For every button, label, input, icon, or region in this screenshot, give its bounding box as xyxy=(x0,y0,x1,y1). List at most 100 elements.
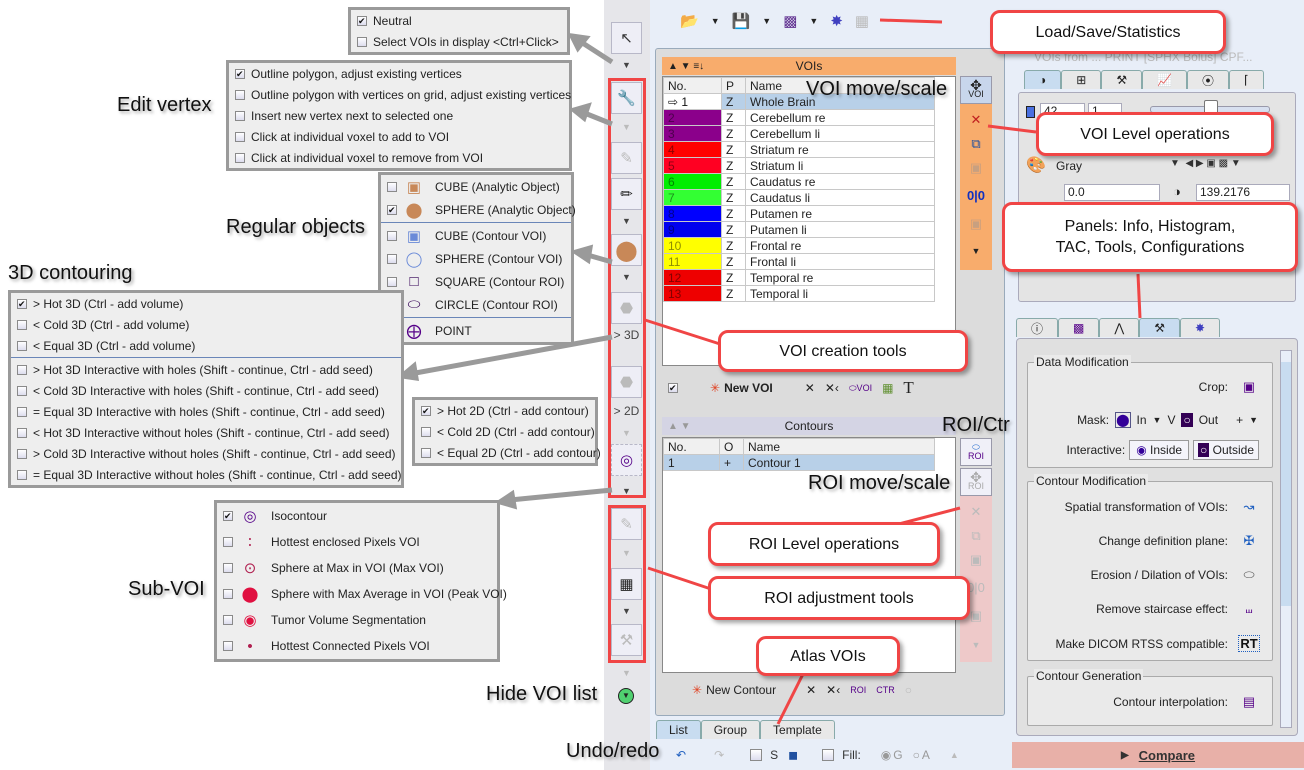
menu-item[interactable]: ∶ Hottest enclosed Pixels VOI xyxy=(217,529,497,555)
edit-vertex-dropdown[interactable]: ▼ xyxy=(611,118,642,136)
collapse-icon[interactable]: ▲ xyxy=(950,750,959,760)
menu-item[interactable]: > Cold 3D Interactive without holes (Shi… xyxy=(11,443,401,464)
menu-item[interactable]: Select VOIs in display <Ctrl+Click> xyxy=(351,31,567,52)
regular-object-dropdown[interactable]: ▼ xyxy=(611,268,642,286)
table-row[interactable]: 12 Z Temporal re xyxy=(663,269,935,286)
paste-add-voi-icon[interactable]: ▣ xyxy=(960,216,992,232)
max-value-input[interactable]: 139.2176 xyxy=(1196,184,1290,201)
column-header-name[interactable]: Name xyxy=(743,438,935,455)
circle-icon[interactable]: ○ xyxy=(905,683,912,697)
s-checkbox[interactable] xyxy=(750,749,763,761)
menu-item[interactable]: Neutral xyxy=(351,10,567,31)
menu-item[interactable]: > Hot 2D (Ctrl - add contour) xyxy=(415,400,595,421)
table-row[interactable]: 11 Z Frontal li xyxy=(663,253,935,270)
contour-2d-label[interactable]: > 2D xyxy=(611,402,642,420)
menu-checkbox[interactable] xyxy=(17,448,27,459)
menu-checkbox[interactable] xyxy=(235,68,245,79)
menu-item[interactable]: □ SQUARE (Contour ROI) xyxy=(381,270,571,293)
menu-item[interactable]: = Equal 3D Interactive with holes (Shift… xyxy=(11,401,401,422)
table-row[interactable]: 6 Z Caudatus re xyxy=(663,173,935,190)
tab-tools[interactable]: ⚒ xyxy=(1101,70,1143,89)
text-icon[interactable]: T xyxy=(903,378,913,398)
show-all-checkbox[interactable] xyxy=(668,383,678,393)
table-row[interactable]: 3 Z Cerebellum li xyxy=(663,125,935,142)
menu-item[interactable]: Outline polygon with vertices on grid, a… xyxy=(229,84,571,105)
column-header-no[interactable]: No. xyxy=(663,438,720,455)
compare-button[interactable]: ▶ Compare xyxy=(1012,742,1304,768)
eraser-tool-button[interactable]: ✎ xyxy=(611,508,642,540)
contour-3d-label[interactable]: > 3D xyxy=(611,326,642,344)
tab-info[interactable]: ⓘ xyxy=(1016,318,1059,337)
menu-item[interactable]: Insert new vertex next to selected one xyxy=(229,105,569,126)
voi-outline-icon[interactable]: ⬭VOI xyxy=(849,383,872,394)
menu-item[interactable]: ⨁ POINT xyxy=(381,319,571,342)
roi-adjust-dropdown[interactable]: ▼ xyxy=(611,602,642,620)
menu-item[interactable]: ◯ SPHERE (Contour VOI) xyxy=(381,247,571,270)
select-tool-dropdown[interactable]: ▼ xyxy=(611,56,642,74)
tab-config[interactable]: ✸ xyxy=(1179,318,1221,337)
roi-adjust-tool-button[interactable]: ▦ xyxy=(611,568,642,600)
g-radio[interactable]: ◉ xyxy=(881,748,891,762)
colormap-controls[interactable]: ▼ ◀ ▶ ▣ ▩ ▼ xyxy=(1170,158,1241,169)
dropdown-arrow[interactable]: ▼ xyxy=(711,16,720,26)
table-row[interactable]: 2 Z Cerebellum re xyxy=(663,109,935,126)
column-header-p[interactable]: P xyxy=(721,77,746,94)
definition-plane-icon[interactable]: ✠ xyxy=(1238,533,1260,549)
statistics-icon[interactable]: ▩ xyxy=(783,12,797,30)
voi-move-scale-button[interactable]: ✥ VOI xyxy=(960,76,992,104)
config-icon[interactable]: ✸ xyxy=(830,12,843,30)
menu-checkbox[interactable] xyxy=(17,340,27,351)
menu-checkbox[interactable] xyxy=(223,563,233,573)
column-header-no[interactable]: No. xyxy=(663,77,722,94)
menu-item[interactable]: > Hot 3D Interactive with holes (Shift -… xyxy=(11,359,401,380)
a-radio[interactable]: ○ xyxy=(913,748,920,762)
menu-item[interactable]: = Equal 3D Interactive without holes (Sh… xyxy=(11,464,402,485)
link-icon[interactable]: ◼ xyxy=(788,748,798,762)
menu-checkbox[interactable] xyxy=(421,447,431,458)
tab-probe[interactable]: ⌈ xyxy=(1229,70,1264,89)
mask-out-icon[interactable]: ○ xyxy=(1181,413,1193,427)
delete-roi-icon[interactable]: ✕ xyxy=(960,504,992,520)
tab-layout[interactable]: ⊞ xyxy=(1061,70,1102,89)
menu-checkbox[interactable] xyxy=(421,405,431,416)
menu-checkbox[interactable] xyxy=(235,89,245,100)
table-row[interactable]: 13 Z Temporal li xyxy=(663,285,935,302)
paste-voi-icon[interactable]: ▣ xyxy=(960,160,992,176)
mask-in-dropdown[interactable]: ▼ xyxy=(1153,415,1162,425)
mask-out-button[interactable]: Out xyxy=(1199,413,1218,427)
axe-tool-button[interactable]: ⚒ xyxy=(611,624,642,656)
column-header-o[interactable]: O xyxy=(719,438,744,455)
crop-icon[interactable]: ▣ xyxy=(1238,379,1260,395)
redo-icon[interactable]: ↷ xyxy=(714,748,724,762)
menu-item[interactable]: ▣ CUBE (Analytic Object) xyxy=(381,175,571,198)
delete-icon[interactable]: ✕ xyxy=(805,381,815,395)
table-row[interactable]: 4 Z Striatum re xyxy=(663,141,935,158)
outside-button[interactable]: ○ Outside xyxy=(1193,440,1259,460)
new-contour-button[interactable]: New Contour xyxy=(706,683,776,697)
contour-interpolation-icon[interactable]: ▤ xyxy=(1238,694,1260,710)
menu-checkbox[interactable] xyxy=(17,406,27,417)
menu-item[interactable]: ⊙ Sphere at Max in VOI (Max VOI) xyxy=(217,555,497,581)
open-folder-icon[interactable]: 📂 xyxy=(680,12,699,30)
pencil-tool-button[interactable]: ✎ xyxy=(611,142,642,174)
copy-roi-icon[interactable]: ⧉ xyxy=(960,528,992,544)
table-row[interactable]: 5 Z Striatum li xyxy=(663,157,935,174)
roi-move-scale-button[interactable]: ✥ ROI xyxy=(960,468,992,496)
tab-tac[interactable]: ⋀ xyxy=(1099,318,1140,337)
ctr-icon[interactable]: CTR xyxy=(876,685,895,695)
menu-checkbox[interactable] xyxy=(387,230,397,241)
menu-checkbox[interactable] xyxy=(235,131,245,142)
fill-checkbox[interactable] xyxy=(822,749,835,761)
delete-voi-icon[interactable]: ✕ xyxy=(960,112,992,128)
menu-checkbox[interactable] xyxy=(235,110,245,121)
atlas-icon[interactable]: ▦ xyxy=(882,381,893,395)
mask-in-icon[interactable]: ⬤ xyxy=(1115,412,1131,428)
menu-checkbox[interactable] xyxy=(387,276,397,287)
min-value-input[interactable]: 0.0 xyxy=(1064,184,1160,201)
menu-checkbox[interactable] xyxy=(223,641,233,651)
hide-voi-list-icon[interactable]: ▼ xyxy=(618,688,634,704)
contour-2d-dropdown[interactable]: ▼ xyxy=(611,424,642,442)
brush-tool-button[interactable]: ✏ xyxy=(611,178,642,210)
voi-header-controls[interactable]: ▲ ▼ ≡↓ xyxy=(668,61,704,72)
spatial-transform-icon[interactable]: ↝ xyxy=(1238,499,1260,515)
